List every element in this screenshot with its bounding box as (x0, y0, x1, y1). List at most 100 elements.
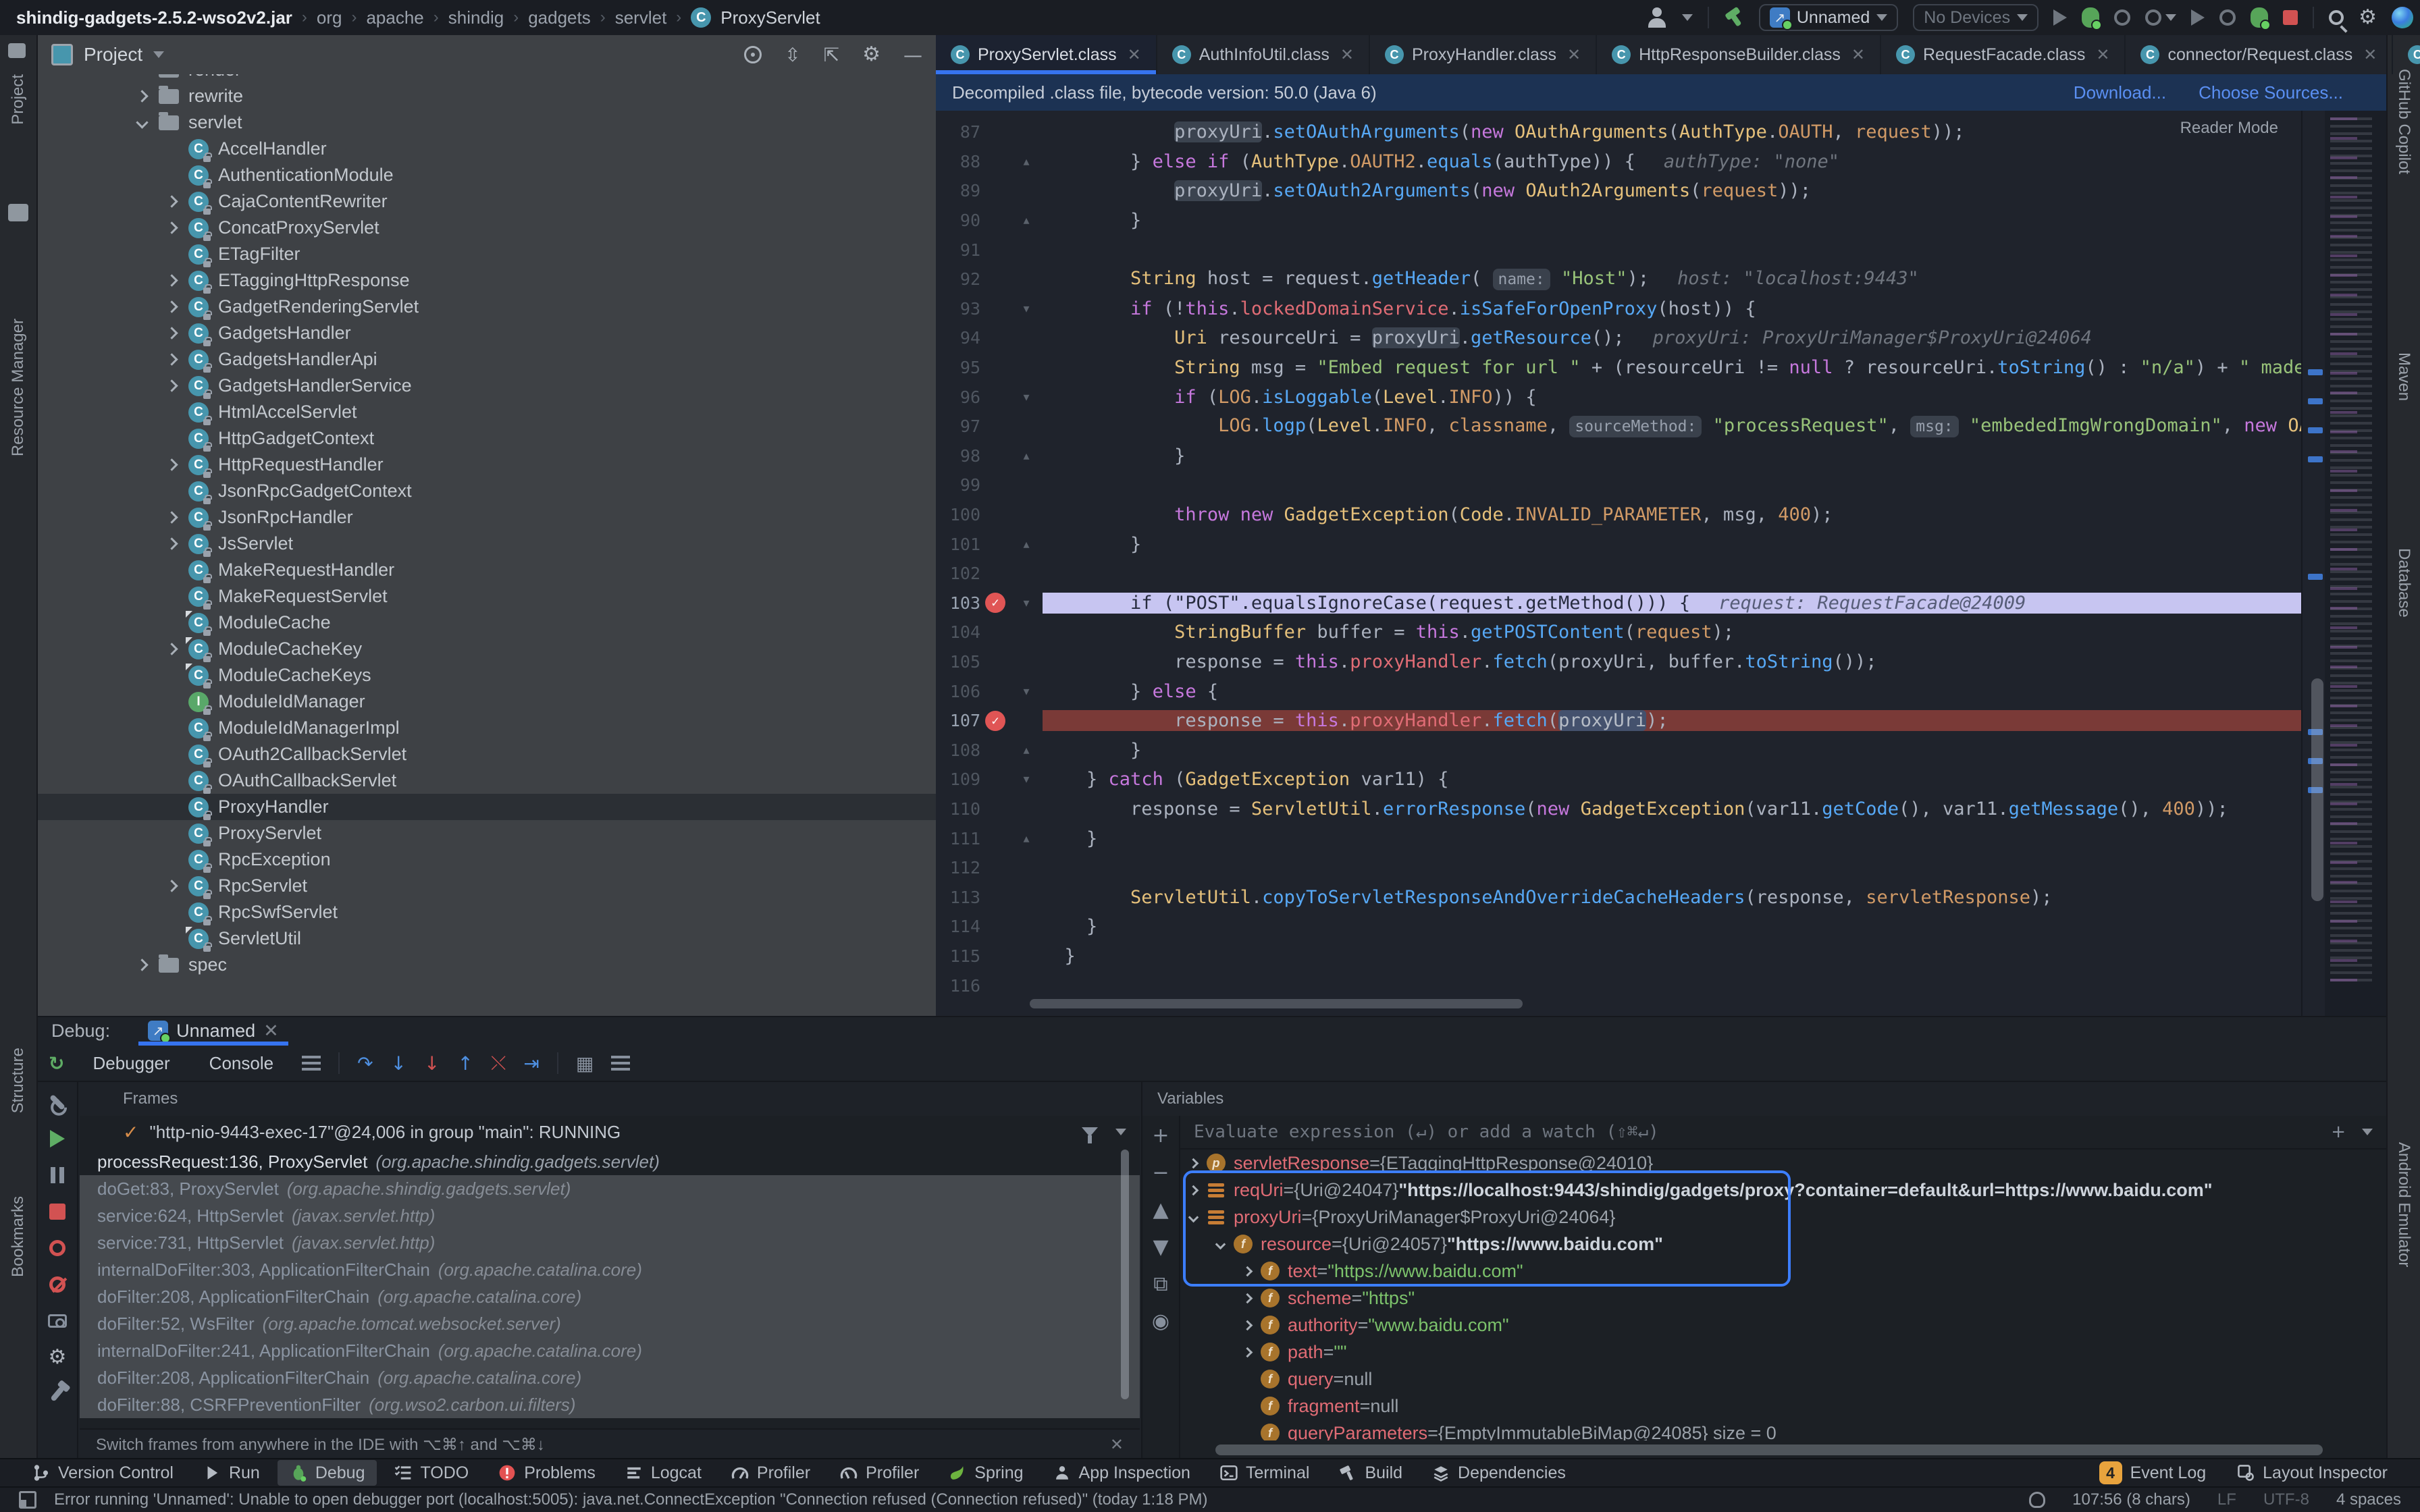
toolwindow-button-spring[interactable]: Spring (937, 1460, 1035, 1486)
line-separator[interactable]: LF (2217, 1490, 2236, 1509)
breadcrumb[interactable]: shindig-gadgets-2.5.2-wso2v2.jar›org›apa… (16, 7, 820, 28)
breakpoint-icon[interactable]: ✓ (980, 711, 1010, 731)
minimap[interactable] (2325, 111, 2386, 1016)
tree-item-rewrite[interactable]: rewrite (38, 83, 936, 109)
project-stripe-icon[interactable] (8, 43, 26, 58)
tree-item-modulecache[interactable]: CModuleCache (38, 610, 936, 636)
chevron-right-icon[interactable] (1242, 1347, 1253, 1357)
stripe-github-copilot-button[interactable]: GitHub Copilot (2394, 69, 2413, 174)
debugger-wrench-icon[interactable] (47, 1091, 68, 1113)
frame-row[interactable]: processRequest:136, ProxyServlet(org.apa… (80, 1148, 1140, 1175)
breadcrumb-item[interactable]: shindig-gadgets-2.5.2-wso2v2.jar (16, 7, 292, 28)
line-number[interactable]: 109 (936, 770, 980, 789)
line-number[interactable]: 92 (936, 269, 980, 289)
resume-program-icon[interactable] (47, 1128, 68, 1150)
chevron-right-icon[interactable] (136, 959, 148, 971)
tree-item-httprequesthandler[interactable]: CHttpRequestHandler (38, 452, 936, 478)
tree-item-moduleidmanagerimpl[interactable]: CModuleIdManagerImpl (38, 715, 936, 741)
frame-row[interactable]: doFilter:88, CSRFPreventionFilter(org.ws… (80, 1391, 1140, 1418)
tree-item-proxyservlet[interactable]: CProxyServlet (38, 820, 936, 846)
attach-debugger-button[interactable] (2251, 7, 2268, 28)
tree-item-gadgetrenderingservlet[interactable]: CGadgetRenderingServlet (38, 294, 936, 320)
chevron-down-icon[interactable] (136, 116, 148, 128)
add-to-watches-icon[interactable]: + (2331, 1122, 2346, 1142)
toolwindow-button-build[interactable]: Build (1327, 1460, 1415, 1486)
debugger-gear-icon[interactable]: ⚙ (47, 1347, 68, 1368)
line-number[interactable]: 107 (936, 711, 980, 730)
user-dropdown-icon[interactable] (1682, 14, 1693, 21)
breadcrumb-item[interactable]: shindig (448, 7, 504, 28)
editor-tab[interactable]: Ccoyote/R✕ (2393, 35, 2420, 74)
tree-item-proxyhandler[interactable]: CProxyHandler (38, 794, 936, 820)
indent-setting[interactable]: 4 spaces (2336, 1490, 2401, 1509)
add-watch-icon[interactable]: + (1152, 1124, 1169, 1148)
fold-marker-icon[interactable]: ▴ (1010, 449, 1043, 463)
step-out-icon[interactable]: ↑ (457, 1052, 473, 1075)
close-icon[interactable]: ✕ (2363, 45, 2377, 65)
line-number[interactable]: 106 (936, 682, 980, 701)
mute-breakpoints-icon[interactable] (47, 1274, 68, 1295)
project-view-dropdown-icon[interactable] (153, 51, 164, 58)
line-number[interactable]: 104 (936, 622, 980, 642)
line-number[interactable]: 105 (936, 652, 980, 672)
close-icon[interactable]: ✕ (1567, 45, 1581, 65)
toolwindow-button-profiler[interactable]: Profiler (719, 1460, 822, 1486)
editor-tab[interactable]: CHttpResponseBuilder.class✕ (1597, 35, 1881, 74)
variable-row-scheme[interactable]: fscheme = "https" (1180, 1285, 2386, 1312)
line-number[interactable]: 95 (936, 358, 980, 377)
chevron-right-icon[interactable] (165, 643, 178, 655)
restart-button[interactable] (2114, 9, 2130, 26)
choose-sources-link[interactable]: Choose Sources... (2199, 82, 2343, 103)
chevron-right-icon[interactable] (1242, 1293, 1253, 1303)
fold-marker-icon[interactable]: ▴ (1010, 832, 1043, 846)
variables-scrollbar[interactable] (1215, 1444, 2323, 1455)
tab-console[interactable]: Console (199, 1053, 284, 1074)
toolwindow-button-version-control[interactable]: Version Control (20, 1460, 186, 1486)
chevron-right-icon[interactable] (165, 300, 178, 313)
chevron-right-icon[interactable] (165, 353, 178, 365)
frame-row[interactable]: doGet:83, ProxyServlet(org.apache.shindi… (80, 1175, 1140, 1202)
stripe-resource-manager-button[interactable]: Resource Manager (9, 319, 28, 456)
breakpoint-dot[interactable]: ✓ (985, 593, 1005, 613)
close-icon[interactable]: ✕ (1128, 45, 1141, 65)
line-number[interactable]: 97 (936, 416, 980, 436)
settings-gear-icon[interactable]: ⚙ (2359, 7, 2377, 28)
stripe-maven-button[interactable]: Maven (2394, 352, 2413, 401)
tree-item-cajacontentrewriter[interactable]: CCajaContentRewriter (38, 188, 936, 215)
chevron-down-icon[interactable] (2362, 1129, 2373, 1135)
variable-row-servletResponse[interactable]: pservletResponse = {ETaggingHttpResponse… (1180, 1150, 2386, 1177)
show-values-eye-icon[interactable]: ◉ (1152, 1310, 1169, 1333)
inspections-widget-icon[interactable] (2029, 1492, 2045, 1508)
chevron-right-icon[interactable] (165, 458, 178, 470)
frame-row[interactable]: service:731, HttpServlet(javax.servlet.h… (80, 1229, 1140, 1256)
breadcrumb-item[interactable]: ProxyServlet (720, 7, 820, 28)
folder-icon[interactable] (8, 204, 28, 221)
editor-tab[interactable]: CRequestFacade.class✕ (1881, 35, 2126, 74)
tree-item-httpgadgetcontext[interactable]: CHttpGadgetContext (38, 425, 936, 452)
fold-marker-icon[interactable]: ▴ (1010, 537, 1043, 551)
filter-funnel-icon[interactable] (1082, 1127, 1098, 1137)
chevron-right-icon[interactable] (165, 511, 178, 523)
file-encoding[interactable]: UTF-8 (2263, 1490, 2309, 1509)
locate-file-icon[interactable] (744, 46, 762, 63)
user-account-icon[interactable] (1647, 7, 1667, 28)
variable-row-reqUri[interactable]: reqUri = {Uri@24047} "https://localhost:… (1180, 1177, 2386, 1204)
toolwindow-button-terminal[interactable]: Terminal (1208, 1460, 1321, 1486)
tree-item-oauth2callbackservlet[interactable]: COAuth2CallbackServlet (38, 741, 936, 767)
pause-program-icon[interactable] (47, 1164, 68, 1186)
chevron-right-icon[interactable] (165, 379, 178, 392)
line-number[interactable]: 100 (936, 505, 980, 524)
toolwindow-toggle-icon[interactable] (19, 1491, 36, 1509)
chevron-right-icon[interactable] (165, 221, 178, 234)
step-over-icon[interactable]: ↷ (357, 1052, 373, 1075)
line-number[interactable]: 88 (936, 152, 980, 171)
stripe-database-button[interactable]: Database (2394, 548, 2413, 618)
toolwindow-button-profiler-2[interactable]: Profiler (828, 1460, 931, 1486)
stripe-structure-button[interactable]: Structure (9, 1048, 28, 1113)
tree-item-rpcservlet[interactable]: CRpcServlet (38, 873, 936, 899)
toolwindow-button-todo[interactable]: TODO (382, 1460, 481, 1486)
line-number[interactable]: 98 (936, 446, 980, 466)
line-number[interactable]: 103 (936, 593, 980, 613)
stripe-android-emulator-button[interactable]: Android Emulator (2394, 1142, 2413, 1267)
chevron-right-icon[interactable] (165, 274, 178, 286)
